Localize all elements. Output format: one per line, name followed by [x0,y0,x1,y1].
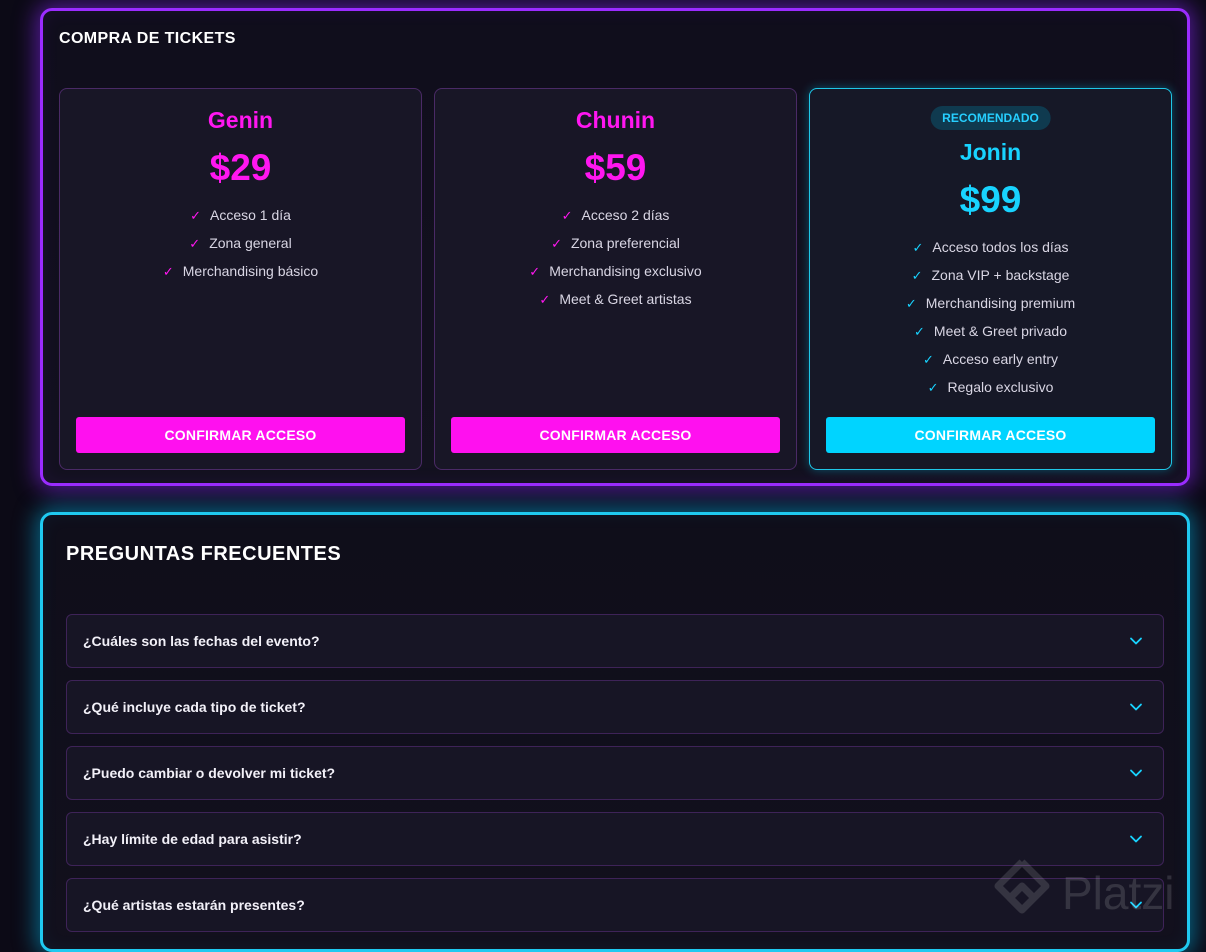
feature-list: ✓ Acceso 2 días ✓ Zona preferencial ✓ Merch… [435,201,796,313]
feature-item: ✓ Acceso 2 días [435,201,796,229]
confirm-access-button-chunin[interactable]: CONFIRMAR ACCESO [451,417,780,453]
chevron-down-icon[interactable] [1129,832,1143,846]
feature-list: ✓ Acceso todos los días ✓ Zona VIP + backs… [810,233,1171,401]
feature-item: ✓ Meet & Greet artistas [435,285,796,313]
tier-name: Genin [207,107,274,133]
check-icon: ✓ [914,324,925,339]
faq-question: ¿Qué incluye cada tipo de ticket? [83,699,306,715]
check-icon: ✓ [927,380,939,395]
tier-price: $99 [959,179,1022,220]
faq-title: PREGUNTAS FRECUENTES [66,543,342,565]
watermark-text: Platzi [1062,867,1175,919]
feature-item: ✓ Zona general [60,229,421,257]
check-icon: ✓ [912,240,924,255]
chevron-down-icon[interactable] [1129,700,1143,714]
feature-item: ✓ Acceso early entry [810,345,1171,373]
recommended-badge: RECOMENDADO [930,106,1051,130]
feature-item: ✓ Merchandising básico [60,257,421,285]
tier-name: Chunin [575,107,656,133]
confirm-access-button-genin[interactable]: CONFIRMAR ACCESO [76,417,405,453]
tier-price: $29 [209,147,272,188]
tickets-title: COMPRA DE TICKETS [59,30,236,47]
feature-list: ✓ Acceso 1 día ✓ Zona general ✓ Merchandisi… [60,201,421,285]
feature-item: ✓ Zona preferencial [435,229,796,257]
chevron-down-icon[interactable] [1129,766,1143,780]
chevron-down-icon[interactable] [1129,634,1143,648]
faq-item[interactable]: ¿Qué incluye cada tipo de ticket? [66,680,1164,734]
platzi-logo-icon [994,859,1050,914]
tier-price: $59 [584,147,647,188]
faq-question: ¿Puedo cambiar o devolver mi ticket? [83,765,336,781]
feature-item: ✓ Zona VIP + backstage [810,261,1171,289]
check-icon: ✓ [905,296,917,311]
faq-question: ¿Cuáles son las fechas del evento? [83,633,320,649]
feature-item: ✓ Merchandising exclusivo [435,257,796,285]
check-icon: ✓ [561,208,573,223]
faq-question: ¿Qué artistas estarán presentes? [83,897,305,913]
feature-item: ✓ Regalo exclusivo [810,373,1171,401]
check-icon: ✓ [551,236,562,251]
confirm-access-button-jonin[interactable]: CONFIRMAR ACCESO [826,417,1155,453]
platzi-watermark: Platzi [992,858,1192,928]
check-icon: ✓ [922,352,934,367]
feature-item: ✓ Merchandising premium [810,289,1171,317]
faq-item[interactable]: ¿Cuáles son las fechas del evento? [66,614,1164,668]
ticket-card-jonin: RECOMENDADO Jonin $99 ✓ Acceso todos los … [809,88,1172,470]
ticket-card-chunin: Chunin $59 ✓ Acceso 2 días ✓ Zona preferen… [434,88,797,470]
check-icon: ✓ [529,264,541,279]
check-icon: ✓ [911,268,923,283]
faq-item[interactable]: ¿Puedo cambiar o devolver mi ticket? [66,746,1164,800]
check-icon: ✓ [190,208,201,223]
check-icon: ✓ [162,264,174,279]
ticket-card-genin: Genin $29 ✓ Acceso 1 día ✓ Zona general ✓ M… [59,88,422,470]
feature-item: ✓ Acceso 1 día [60,201,421,229]
tier-name: Jonin [959,139,1022,165]
tickets-panel: COMPRA DE TICKETS Genin $29 ✓ Acceso 1 dí… [40,8,1190,486]
feature-item: ✓ Acceso todos los días [810,233,1171,261]
feature-item: ✓ Meet & Greet privado [810,317,1171,345]
check-icon: ✓ [189,236,201,251]
faq-question: ¿Hay límite de edad para asistir? [83,831,302,847]
check-icon: ✓ [539,292,551,307]
